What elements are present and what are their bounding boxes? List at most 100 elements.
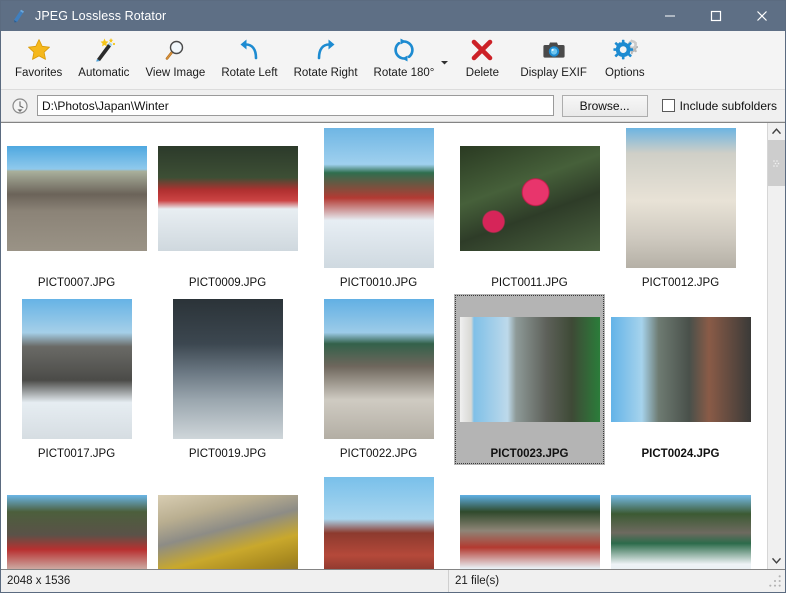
history-clock-icon[interactable] <box>9 95 31 117</box>
thumbnail-item[interactable]: PICT0017.JPG <box>1 294 152 465</box>
thumbnail-caption: PICT0019.JPG <box>189 447 266 461</box>
delete-label: Delete <box>466 67 499 79</box>
include-subfolders-label: Include subfolders <box>680 99 777 113</box>
include-subfolders-checkbox-wrapper[interactable]: Include subfolders <box>662 99 777 113</box>
favorites-button[interactable]: Favorites <box>7 31 70 88</box>
thumbnail-image <box>460 495 600 570</box>
thumbnail-scroll-viewport[interactable]: PICT0007.JPGPICT0009.JPG PICT0010.JPG PICT… <box>1 123 767 569</box>
close-button[interactable] <box>739 1 785 31</box>
thumbnail-image <box>626 128 736 268</box>
toolbar: Favorites Automatic <box>1 31 785 90</box>
thumbnail-caption: PICT0023.JPG <box>491 447 569 461</box>
view-image-label: View Image <box>145 67 205 79</box>
display-exif-label: Display EXIF <box>520 67 586 79</box>
thumbnail-item[interactable]: PICT0011.JPG <box>454 123 605 294</box>
thumbnail-image <box>460 146 600 251</box>
rotate-right-button[interactable]: Rotate Right <box>286 31 366 88</box>
thumbnail-image-box <box>1 465 152 569</box>
scrollbar-track[interactable] <box>768 140 785 552</box>
thumbnail-item[interactable] <box>303 465 454 569</box>
thumbnail-item[interactable]: PICT0009.JPG <box>152 123 303 294</box>
thumbnail-image <box>324 477 434 569</box>
rotate-180-label: Rotate 180° <box>374 67 435 79</box>
display-exif-button[interactable]: Display EXIF <box>512 31 594 88</box>
automatic-button[interactable]: Automatic <box>70 31 137 88</box>
rotate-right-label: Rotate Right <box>294 67 358 79</box>
file-count-status: 21 file(s) <box>449 570 768 592</box>
thumbnail-item[interactable]: PICT0024.JPG <box>605 294 756 465</box>
rotate-180-icon <box>391 37 417 63</box>
thumbnail-image-box <box>605 465 756 569</box>
thumbnail-image-box <box>152 465 303 569</box>
thumbnail-item[interactable]: PICT0007.JPG <box>1 123 152 294</box>
thumbnail-image-box <box>454 465 605 569</box>
thumbnail-image-box <box>303 294 454 444</box>
rotate-left-button[interactable]: Rotate Left <box>213 31 285 88</box>
thumbnail-caption: PICT0012.JPG <box>642 276 719 290</box>
magic-wand-icon <box>91 37 117 63</box>
thumbnail-image-box <box>605 123 756 273</box>
thumbnail-image <box>173 299 283 439</box>
folder-path-input[interactable] <box>37 95 554 116</box>
thumbnail-caption: PICT0024.JPG <box>642 447 720 461</box>
options-button[interactable]: Options <box>595 31 655 88</box>
thumbnail-image-box <box>152 123 303 273</box>
scroll-up-button[interactable] <box>768 123 785 140</box>
magnifier-icon <box>162 37 188 63</box>
thumbnail-item[interactable] <box>454 465 605 569</box>
thumbnail-item[interactable]: PICT0022.JPG <box>303 294 454 465</box>
thumbnail-image <box>460 317 600 422</box>
include-subfolders-checkbox[interactable] <box>662 99 675 112</box>
maximize-button[interactable] <box>693 1 739 31</box>
app-window: JPEG Lossless Rotator Favorites <box>0 0 786 593</box>
thumbnail-caption: PICT0010.JPG <box>340 276 417 290</box>
thumbnail-image <box>611 495 751 570</box>
scroll-down-button[interactable] <box>768 552 785 569</box>
thumbnail-image-box <box>454 123 605 273</box>
browse-button[interactable]: Browse... <box>562 95 648 117</box>
thumbnail-image-box <box>152 294 303 444</box>
image-dimensions-status: 2048 x 1536 <box>1 570 449 592</box>
status-bar: 2048 x 1536 21 file(s) <box>1 570 785 592</box>
thumbnail-panel: PICT0007.JPGPICT0009.JPG PICT0010.JPG PICT… <box>1 122 785 570</box>
rotate-180-dropdown-button[interactable] <box>436 31 452 88</box>
delete-button[interactable]: Delete <box>452 31 512 88</box>
minimize-button[interactable] <box>647 1 693 31</box>
options-label: Options <box>605 67 645 79</box>
thumbnail-item[interactable] <box>152 465 303 569</box>
thumbnail-caption: PICT0022.JPG <box>340 447 417 461</box>
red-x-icon <box>469 37 495 63</box>
camera-icon <box>541 37 567 63</box>
thumbnail-image <box>7 146 147 251</box>
rotate-left-label: Rotate Left <box>221 67 277 79</box>
thumbnail-image-box <box>1 294 152 444</box>
thumbnail-image <box>158 146 298 251</box>
title-bar: JPEG Lossless Rotator <box>1 1 785 31</box>
scrollbar-thumb[interactable] <box>768 140 785 186</box>
star-icon <box>26 37 52 63</box>
rotate-180-button[interactable]: Rotate 180° <box>366 31 443 88</box>
thumbnail-grid: PICT0007.JPGPICT0009.JPG PICT0010.JPG PICT… <box>1 123 767 569</box>
thumbnail-image-box <box>605 294 756 444</box>
thumbnail-item[interactable]: PICT0019.JPG <box>152 294 303 465</box>
thumbnail-image <box>324 299 434 439</box>
resize-grip-icon[interactable] <box>768 574 782 588</box>
vertical-scrollbar[interactable] <box>767 123 785 569</box>
thumbnail-image <box>324 128 434 268</box>
thumbnail-item[interactable]: PICT0010.JPG <box>303 123 454 294</box>
thumbnail-image <box>7 495 147 570</box>
thumbnail-item[interactable]: PICT0023.JPG <box>454 294 605 465</box>
thumbnail-image-box <box>1 123 152 273</box>
thumbnail-caption: PICT0011.JPG <box>491 276 568 290</box>
thumbnail-image-box <box>303 465 454 569</box>
thumbnail-item[interactable] <box>605 465 756 569</box>
view-image-button[interactable]: View Image <box>137 31 213 88</box>
gears-icon <box>612 37 638 63</box>
thumbnail-item[interactable] <box>1 465 152 569</box>
thumbnail-item[interactable]: PICT0012.JPG <box>605 123 756 294</box>
thumbnail-image <box>22 299 132 439</box>
window-controls <box>647 1 785 31</box>
thumbnail-image <box>611 317 751 422</box>
rotate-left-icon <box>236 37 262 63</box>
thumbnail-image-box <box>454 294 605 444</box>
